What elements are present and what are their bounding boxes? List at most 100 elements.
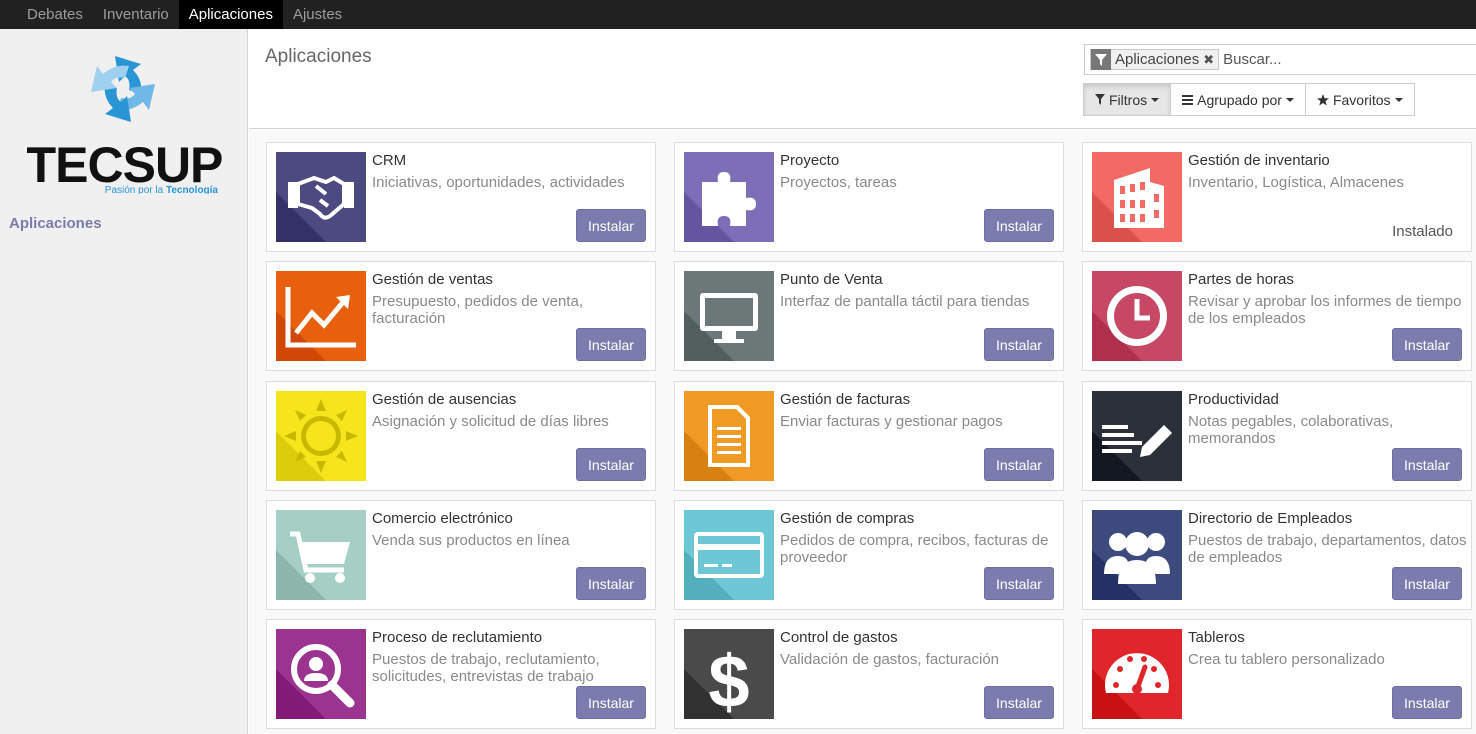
- puzzle-icon: [684, 152, 774, 242]
- app-card[interactable]: $ Control de gastos Validación de gastos, …: [674, 619, 1064, 729]
- favorites-button[interactable]: Favoritos: [1304, 83, 1415, 116]
- install-button[interactable]: Instalar: [1392, 567, 1462, 600]
- company-logo[interactable]: TECSUP Pasión por la Tecnología: [26, 54, 223, 196]
- dashboard-icon: [1092, 629, 1182, 719]
- install-button[interactable]: Instalar: [576, 209, 646, 242]
- app-title: Gestión de compras: [780, 510, 915, 527]
- caret-down-icon: [1285, 97, 1294, 102]
- star-icon: [1316, 93, 1329, 106]
- nav-item-inventario[interactable]: Inventario: [93, 0, 179, 29]
- caret-down-icon: [1394, 97, 1403, 102]
- app-title: Tableros: [1188, 629, 1245, 646]
- clock-icon: [1092, 271, 1182, 361]
- search-facet: Aplicaciones ✖: [1090, 49, 1220, 70]
- app-card[interactable]: Gestión de facturas Enviar facturas y ges…: [674, 381, 1064, 491]
- control-panel: Aplicaciones Aplicaciones ✖ Filtros Agru…: [249, 29, 1476, 129]
- app-card[interactable]: CRM Iniciativas, oportunidades, actividad…: [266, 142, 656, 252]
- app-card[interactable]: Proceso de reclutamiento Puestos de traba…: [266, 619, 656, 729]
- install-button[interactable]: Instalar: [984, 567, 1054, 600]
- install-button[interactable]: Instalar: [576, 686, 646, 719]
- app-description: Inventario, Logística, Almacenes: [1188, 174, 1404, 191]
- cart-icon: [276, 510, 366, 600]
- dollar-icon: $: [684, 629, 774, 719]
- app-title: Gestión de ausencias: [372, 391, 517, 408]
- group-by-button[interactable]: Agrupado por: [1170, 83, 1306, 116]
- install-button[interactable]: Instalar: [1392, 328, 1462, 361]
- svg-text:$: $: [708, 640, 749, 719]
- page-title: Aplicaciones: [265, 46, 372, 67]
- app-description: Revisar y aprobar los informes de tiempo…: [1188, 293, 1462, 327]
- app-card[interactable]: Punto de Venta Interfaz de pantalla tácti…: [674, 261, 1064, 371]
- close-icon[interactable]: ✖: [1203, 52, 1218, 68]
- install-button[interactable]: Instalar: [576, 448, 646, 481]
- search-options: Filtros Agrupado por Favoritos: [1083, 83, 1415, 116]
- facet-label: Aplicaciones: [1115, 51, 1200, 68]
- install-button[interactable]: Instalar: [576, 567, 646, 600]
- app-title: Control de gastos: [780, 629, 898, 646]
- apps-kanban: CRM Iniciativas, oportunidades, actividad…: [249, 130, 1476, 734]
- svg-text:Pasión por la Tecnología: Pasión por la Tecnología: [105, 185, 219, 194]
- app-title: Punto de Venta: [780, 271, 883, 288]
- search-box[interactable]: Aplicaciones ✖: [1084, 44, 1476, 75]
- credit-card-icon: [684, 510, 774, 600]
- group-by-label: Agrupado por: [1197, 91, 1282, 108]
- notes-pencil-icon: [1092, 391, 1182, 481]
- app-card[interactable]: Comercio electrónico Venda sus productos …: [266, 500, 656, 610]
- app-title: Gestión de ventas: [372, 271, 493, 288]
- nav-item-aplicaciones[interactable]: Aplicaciones: [178, 0, 283, 29]
- install-button[interactable]: Instalar: [984, 209, 1054, 242]
- search-input[interactable]: [1223, 51, 1424, 68]
- filters-label: Filtros: [1109, 91, 1148, 108]
- document-icon: [684, 391, 774, 481]
- nav-item-debates[interactable]: Debates: [17, 0, 93, 29]
- install-button[interactable]: Instalar: [576, 328, 646, 361]
- install-button[interactable]: Instalar: [984, 328, 1054, 361]
- install-button[interactable]: Instalar: [1392, 448, 1462, 481]
- app-card[interactable]: Productividad Notas pegables, colaborativ…: [1082, 381, 1472, 491]
- app-card[interactable]: Gestión de inventario Inventario, Logísti…: [1082, 142, 1472, 252]
- handshake-icon: [276, 152, 366, 242]
- app-description: Pedidos de compra, recibos, facturas de …: [780, 532, 1049, 566]
- app-card[interactable]: Directorio de Empleados Puestos de trabaj…: [1082, 500, 1472, 610]
- favorites-label: Favoritos: [1332, 91, 1391, 108]
- app-title: CRM: [372, 152, 407, 169]
- install-button[interactable]: Instalar: [1392, 686, 1462, 719]
- app-description: Notas pegables, colaborativas, memorando…: [1188, 413, 1394, 447]
- app-card[interactable]: Gestión de ventas Presupuesto, pedidos de…: [266, 261, 656, 371]
- app-title: Comercio electrónico: [372, 510, 513, 527]
- app-card[interactable]: Proyecto Proyectos, tareas Instalar: [674, 142, 1064, 252]
- app-description: Puestos de trabajo, reclutamiento, solic…: [372, 651, 600, 685]
- install-button[interactable]: Instalar: [984, 686, 1054, 719]
- install-button[interactable]: Instalar: [984, 448, 1054, 481]
- top-navbar: Debates Inventario Aplicaciones Ajustes: [0, 0, 1476, 29]
- chart-line-icon: [276, 271, 366, 361]
- filter-icon: [1095, 94, 1105, 105]
- app-title: Partes de horas: [1188, 271, 1294, 288]
- app-description: Asignación y solicitud de días libres: [372, 413, 609, 430]
- bars-icon: [1182, 94, 1194, 105]
- app-card[interactable]: Gestión de compras Pedidos de compra, rec…: [674, 500, 1064, 610]
- app-card[interactable]: Gestión de ausencias Asignación y solicit…: [266, 381, 656, 491]
- app-card[interactable]: Partes de horas Revisar y aprobar los inf…: [1082, 261, 1472, 371]
- sidebar: TECSUP Pasión por la Tecnología Aplicaci…: [0, 29, 248, 734]
- sidebar-item-aplicaciones[interactable]: Aplicaciones: [9, 215, 102, 232]
- users-icon: [1092, 510, 1182, 600]
- app-description: Crea tu tablero personalizado: [1188, 651, 1385, 668]
- app-description: Interfaz de pantalla táctil para tiendas: [780, 293, 1030, 310]
- caret-down-icon: [1151, 97, 1160, 102]
- app-title: Productividad: [1188, 391, 1279, 408]
- app-description: Enviar facturas y gestionar pagos: [780, 413, 1003, 430]
- app-description: Validación de gastos, facturación: [780, 651, 1000, 668]
- nav-item-ajustes[interactable]: Ajustes: [283, 0, 352, 29]
- app-description: Proyectos, tareas: [780, 174, 897, 191]
- filters-button[interactable]: Filtros: [1083, 83, 1172, 116]
- app-title: Gestión de inventario: [1188, 152, 1330, 169]
- app-description: Puestos de trabajo, departamentos, datos…: [1188, 532, 1467, 566]
- installed-label: Instalado: [1392, 223, 1453, 240]
- app-title: Directorio de Empleados: [1188, 510, 1353, 527]
- app-title: Proceso de reclutamiento: [372, 629, 543, 646]
- app-description: Venda sus productos en línea: [372, 532, 570, 549]
- app-card[interactable]: Tableros Crea tu tablero personalizado Ins…: [1082, 619, 1472, 729]
- app-title: Proyecto: [780, 152, 840, 169]
- monitor-icon: [684, 271, 774, 361]
